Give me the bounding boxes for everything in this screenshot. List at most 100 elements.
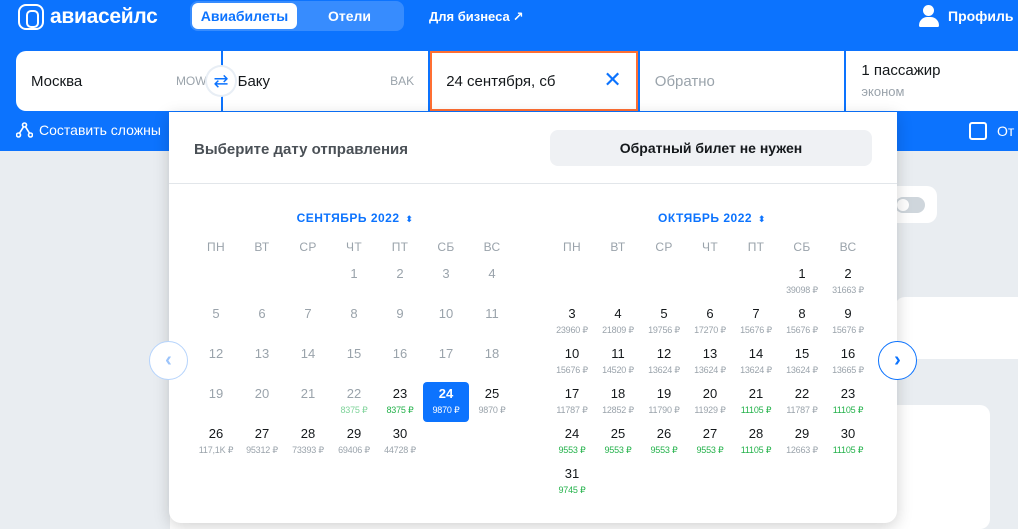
logo-icon: [18, 4, 44, 30]
tab-flights[interactable]: Авиабилеты: [192, 3, 297, 29]
depart-date-value: 24 сентября, сб: [446, 73, 556, 90]
calendar-day[interactable]: 22 8375 ₽: [331, 382, 377, 422]
calendar-day: 1: [331, 262, 377, 302]
calendar-day: 12: [193, 342, 239, 382]
weekday-label: ПТ: [747, 240, 765, 254]
weekday-label: СР: [655, 240, 673, 254]
calendar-day[interactable]: 11 14520 ₽: [595, 342, 641, 382]
no-return-button[interactable]: Обратный билет не нужен: [550, 130, 872, 166]
calendar-day[interactable]: 31 9745 ₽: [549, 462, 595, 502]
day-price: 11105 ₽: [832, 405, 864, 415]
calendar-day[interactable]: 29 69406 ₽: [331, 422, 377, 462]
calendar-day[interactable]: 27 9553 ₽: [687, 422, 733, 462]
calendar-day[interactable]: 29 12663 ₽: [779, 422, 825, 462]
logo-text: авиасейлс: [50, 5, 158, 28]
day-number: 11: [485, 306, 499, 321]
hotel-checkbox-label: От: [997, 123, 1015, 139]
month-title[interactable]: ОКТЯБРЬ 2022 ⬍: [658, 211, 766, 225]
calendar-day[interactable]: 25 9553 ₽: [595, 422, 641, 462]
calendar-day[interactable]: 15 13624 ₽: [779, 342, 825, 382]
origin-field[interactable]: Москва MOW ⇄: [16, 51, 235, 111]
day-number: 19: [208, 386, 224, 401]
calendar-day[interactable]: 28 11105 ₽: [733, 422, 779, 462]
chevron-right-icon[interactable]: ›: [878, 341, 917, 380]
swap-icon[interactable]: ⇄: [207, 67, 235, 95]
calendar-day[interactable]: 16 13665 ₽: [825, 342, 871, 382]
business-link[interactable]: Для бизнеса ↗: [429, 9, 524, 25]
calendar-day[interactable]: 6 17270 ₽: [687, 302, 733, 342]
day-number: 6: [258, 306, 266, 321]
depart-date-field[interactable]: 24 сентября, сб ✕: [430, 51, 638, 111]
calendar-day: 5: [193, 302, 239, 342]
calendar-day[interactable]: 8 15676 ₽: [779, 302, 825, 342]
calendar-day: 4: [469, 262, 515, 302]
day-price: 13665 ₽: [832, 365, 864, 375]
calendar-day[interactable]: 9 15676 ₽: [825, 302, 871, 342]
day-number: 2: [844, 266, 852, 281]
product-switch: Авиабилеты Отели: [190, 1, 404, 31]
calendar-day[interactable]: 7 15676 ₽: [733, 302, 779, 342]
calendar-day-selected[interactable]: 24 9870 ₽: [423, 382, 469, 422]
calendar-day[interactable]: 22 11787 ₽: [779, 382, 825, 422]
calendar-day[interactable]: 18 12852 ₽: [595, 382, 641, 422]
calendar-day[interactable]: 30 44728 ₽: [377, 422, 423, 462]
calendar-day[interactable]: 5 19756 ₽: [641, 302, 687, 342]
calendar-day[interactable]: 2 31663 ₽: [825, 262, 871, 302]
calendar-day[interactable]: 12 13624 ₽: [641, 342, 687, 382]
calendar-day[interactable]: 25 9870 ₽: [469, 382, 515, 422]
calendar-day[interactable]: 21 11105 ₽: [733, 382, 779, 422]
calendar-day: 7: [285, 302, 331, 342]
calendar-day[interactable]: 20 11929 ₽: [687, 382, 733, 422]
day-price: 31663 ₽: [832, 285, 864, 295]
logo[interactable]: авиасейлс: [18, 4, 158, 30]
day-price: 9745 ₽: [558, 485, 586, 495]
calendar-day[interactable]: 26 9553 ₽: [641, 422, 687, 462]
calendar-day[interactable]: 3 23960 ₽: [549, 302, 595, 342]
calendar-day[interactable]: 27 95312 ₽: [239, 422, 285, 462]
day-number: 4: [614, 306, 622, 321]
external-arrow-icon: ↗: [512, 9, 524, 24]
close-icon[interactable]: ✕: [603, 69, 621, 91]
tab-hotels[interactable]: Отели: [297, 3, 402, 29]
day-number: 19: [656, 386, 672, 401]
passengers-field[interactable]: 1 пассажир эконом: [846, 51, 1018, 111]
profile-button[interactable]: Профиль: [918, 5, 1014, 27]
calendar-day[interactable]: 19 11790 ₽: [641, 382, 687, 422]
filter-toggle[interactable]: [895, 197, 925, 213]
complex-route-link[interactable]: Составить сложны: [16, 122, 161, 138]
calendar-day[interactable]: 30 11105 ₽: [825, 422, 871, 462]
calendar-day[interactable]: 23 8375 ₽: [377, 382, 423, 422]
calendar-day[interactable]: 24 9553 ₽: [549, 422, 595, 462]
day-price: 15676 ₽: [740, 325, 772, 335]
day-number: 22: [794, 386, 810, 401]
day-number: 21: [300, 386, 316, 401]
day-price: 15676 ₽: [786, 325, 818, 335]
chevron-left-icon[interactable]: ‹: [149, 341, 188, 380]
month-title[interactable]: СЕНТЯБРЬ 2022 ⬍: [297, 211, 414, 225]
calendar-day[interactable]: 17 11787 ₽: [549, 382, 595, 422]
calendar-day[interactable]: 23 11105 ₽: [825, 382, 871, 422]
day-number: 12: [208, 346, 224, 361]
month-title-label: СЕНТЯБРЬ 2022: [296, 211, 400, 225]
profile-label: Профиль: [948, 8, 1014, 24]
calendar-day[interactable]: 14 13624 ₽: [733, 342, 779, 382]
day-number: 25: [610, 426, 626, 441]
calendar-day[interactable]: 4 21809 ₽: [595, 302, 641, 342]
day-number: 1: [798, 266, 806, 281]
destination-city: Баку: [237, 73, 271, 90]
calendar-day[interactable]: 28 73393 ₽: [285, 422, 331, 462]
calendar-day[interactable]: 13 13624 ₽: [687, 342, 733, 382]
day-number: 3: [568, 306, 576, 321]
calendar-day[interactable]: 10 15676 ₽: [549, 342, 595, 382]
calendar-day[interactable]: 1 39098 ₽: [779, 262, 825, 302]
day-number: 20: [702, 386, 718, 401]
weekday-label: СР: [299, 240, 317, 254]
calendar-day[interactable]: 26 117,1K ₽: [193, 422, 239, 462]
calendar-day: 2: [377, 262, 423, 302]
destination-field[interactable]: Баку BAK: [222, 51, 429, 111]
day-price: 69406 ₽: [338, 445, 370, 455]
return-date-field[interactable]: Обратно: [639, 51, 845, 111]
day-number: 5: [212, 306, 220, 321]
hotel-checkbox[interactable]: [969, 122, 987, 140]
day-price: 8375 ₽: [386, 405, 414, 415]
